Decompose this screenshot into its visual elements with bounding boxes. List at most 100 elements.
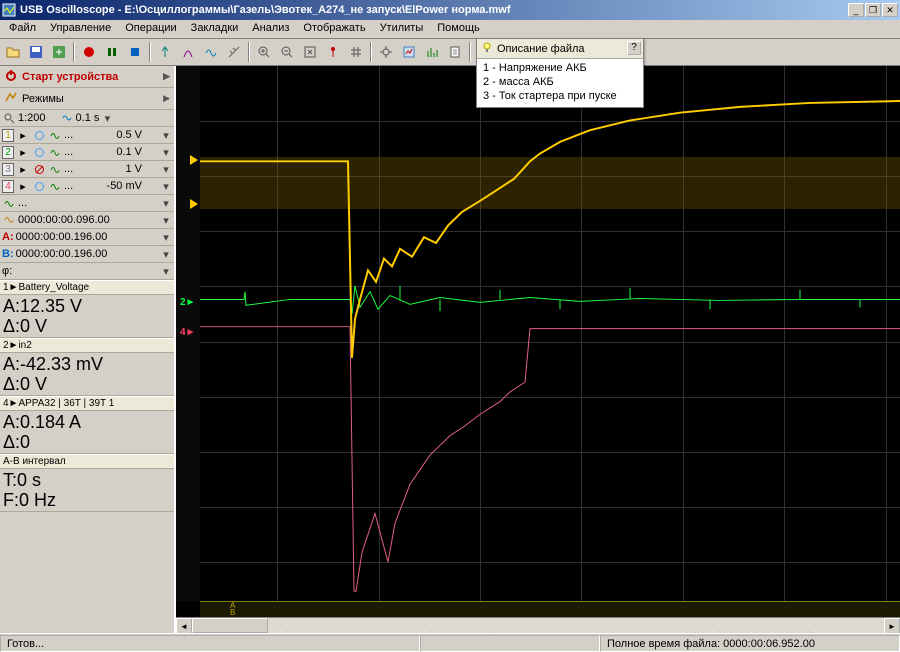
time-value: 0000:00:00.096.00 <box>18 214 110 226</box>
cursor-a-icon[interactable] <box>154 41 176 63</box>
channel-row-4[interactable]: 4 ▸ ... -50 mV ▾ <box>0 178 174 195</box>
scope-canvas[interactable]: 2► 4► AB <box>176 66 900 617</box>
wave-icon[interactable] <box>200 41 222 63</box>
traces-svg <box>200 66 900 601</box>
cursor-a-value: 0000:00:00.196.00 <box>16 231 108 243</box>
maximize-button[interactable]: ❐ <box>865 3 881 17</box>
ch4-value: -50 mV <box>107 180 158 192</box>
ch4-badge: 4 <box>2 180 14 193</box>
ch1-ground-marker[interactable] <box>190 155 198 165</box>
fft-icon[interactable] <box>421 41 443 63</box>
ab-f: F:0 Hz <box>3 490 171 510</box>
zoom-in-icon[interactable] <box>253 41 275 63</box>
ch-ac-icon <box>32 128 46 142</box>
channel-row-2[interactable]: 2 ▸ ... 0.1 V ▾ <box>0 144 174 161</box>
tooltip-help-button[interactable]: ? <box>627 41 641 55</box>
menu-utilities[interactable]: Утилиты <box>373 20 431 38</box>
menu-operations[interactable]: Операции <box>118 20 183 38</box>
grid-icon[interactable] <box>345 41 367 63</box>
horizontal-scrollbar[interactable]: ◄ ► <box>176 617 900 633</box>
phi-row[interactable]: φ: ▾ <box>0 263 174 280</box>
minimize-button[interactable]: _ <box>848 3 864 17</box>
dropdown-icon[interactable]: ▾ <box>160 197 172 210</box>
chevron-right-icon: ▶ <box>163 71 170 82</box>
dots: ... <box>64 163 73 175</box>
menu-display[interactable]: Отображать <box>296 20 372 38</box>
measure-icon[interactable] <box>223 41 245 63</box>
marker-icon[interactable] <box>322 41 344 63</box>
ch2-tag: 2► <box>178 297 197 308</box>
dropdown-icon[interactable]: ▾ <box>160 231 172 244</box>
zoom-row[interactable]: 1:200 0.1 s ▾ <box>0 110 174 127</box>
save-icon[interactable] <box>25 41 47 63</box>
tooltip-line3: 3 - Ток стартера при пуске <box>483 89 637 103</box>
fit-icon[interactable] <box>299 41 321 63</box>
ch-wave-icon <box>48 145 62 159</box>
open-icon[interactable] <box>2 41 24 63</box>
dropdown-icon[interactable]: ▾ <box>160 146 172 159</box>
cursor-b-row[interactable]: B: 0000:00:00.196.00 ▾ <box>0 246 174 263</box>
stop-icon[interactable] <box>124 41 146 63</box>
cursor-time-icon <box>2 213 16 227</box>
ch1-value: 0.5 V <box>116 129 158 141</box>
cursor-b-icon[interactable] <box>177 41 199 63</box>
start-device-label: Старт устройства <box>22 71 118 83</box>
dropdown-icon[interactable]: ▾ <box>160 265 172 278</box>
channel-row-3[interactable]: 3 ▸ ... 1 V ▾ <box>0 161 174 178</box>
timebase-value: 0.1 s <box>76 112 100 124</box>
ch1-ground-marker2[interactable] <box>190 199 198 209</box>
settings-icon[interactable] <box>375 41 397 63</box>
scope-area: 2► 4► AB <box>176 66 900 633</box>
dots: ... <box>64 180 73 192</box>
analyze-icon[interactable] <box>398 41 420 63</box>
dropdown-icon[interactable]: ▾ <box>160 163 172 176</box>
zoom-out-icon[interactable] <box>276 41 298 63</box>
status-empty <box>420 635 600 652</box>
start-device-button[interactable]: Старт устройства ▶ <box>0 66 174 88</box>
dropdown-icon[interactable]: ▾ <box>160 214 172 227</box>
main-area: Старт устройства ▶ Режимы ▶ 1:200 0.1 s … <box>0 66 900 633</box>
scroll-track[interactable] <box>192 618 884 633</box>
meas1-a: A:12.35 V <box>3 296 171 316</box>
meas3-a: A:0.184 A <box>3 412 171 432</box>
scroll-left-button[interactable]: ◄ <box>176 618 192 633</box>
ch-wave-icon <box>48 179 62 193</box>
ch-ac-icon <box>32 179 46 193</box>
scroll-thumb[interactable] <box>192 618 268 633</box>
channel-row-1[interactable]: 1 ▸ ... 0.5 V ▾ <box>0 127 174 144</box>
meas3-values: A:0.184 A Δ:0 <box>0 411 174 454</box>
statusbar: Готов... Полное время файла: 0000:00:06.… <box>0 633 900 652</box>
export-icon[interactable] <box>48 41 70 63</box>
rec-icon[interactable] <box>78 41 100 63</box>
ab-interval-values: T:0 s F:0 Hz <box>0 469 174 512</box>
ruler-bottom: AB <box>200 601 900 617</box>
time-position-row[interactable]: 0000:00:00.096.00 ▾ <box>0 212 174 229</box>
modes-button[interactable]: Режимы ▶ <box>0 88 174 110</box>
power-icon <box>4 68 18 85</box>
dropdown-icon[interactable]: ▾ <box>160 129 172 142</box>
dropdown-icon[interactable]: ▾ <box>160 248 172 261</box>
channel-row-extra[interactable]: ... ▾ <box>0 195 174 212</box>
script-icon[interactable] <box>444 41 466 63</box>
ch-off-icon <box>32 162 46 176</box>
tooltip-title: Описание файла <box>497 43 585 55</box>
tooltip-line2: 2 - масса АКБ <box>483 75 637 89</box>
scroll-right-button[interactable]: ► <box>884 618 900 633</box>
ch3-badge: 3 <box>2 163 14 176</box>
cursor-b-prefix: B: <box>2 248 14 260</box>
close-button[interactable]: ✕ <box>882 3 898 17</box>
menu-control[interactable]: Управление <box>43 20 118 38</box>
app-icon <box>2 3 16 17</box>
ch-wave-icon <box>2 196 16 210</box>
menu-file[interactable]: Файл <box>2 20 43 38</box>
ch-ac-icon <box>32 145 46 159</box>
menu-bookmarks[interactable]: Закладки <box>184 20 246 38</box>
cursor-a-row[interactable]: A: 0000:00:00.196.00 ▾ <box>0 229 174 246</box>
dropdown-icon[interactable]: ▾ <box>160 180 172 193</box>
menu-help[interactable]: Помощь <box>430 20 487 38</box>
dropdown-icon[interactable]: ▾ <box>101 112 113 125</box>
menu-analysis[interactable]: Анализ <box>245 20 296 38</box>
meas2-d: Δ:0 V <box>3 374 171 394</box>
pause-icon[interactable] <box>101 41 123 63</box>
ab-interval-label: A-B интервал <box>0 454 174 469</box>
